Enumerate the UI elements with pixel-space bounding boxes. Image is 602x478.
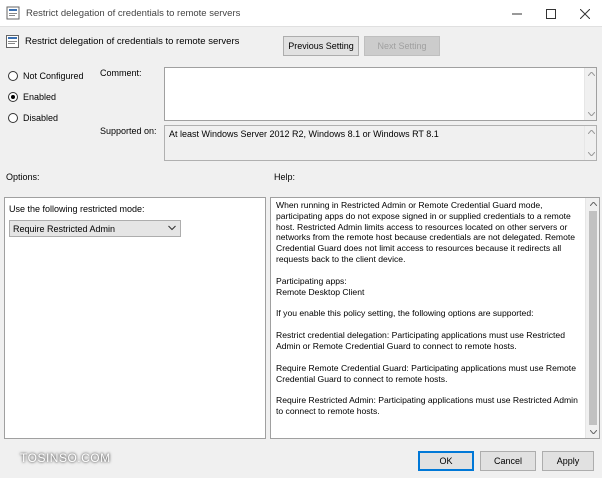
help-panel: When running in Restricted Admin or Remo… (270, 197, 600, 439)
restricted-mode-value: Require Restricted Admin (13, 223, 116, 234)
restricted-mode-label: Use the following restricted mode: (9, 204, 145, 214)
window-title: Restrict delegation of credentials to re… (26, 8, 241, 19)
comment-scrollbar[interactable] (584, 68, 596, 120)
scroll-up-icon[interactable] (585, 68, 597, 80)
help-text: When running in Restricted Admin or Remo… (276, 200, 584, 428)
cancel-button[interactable]: Cancel (480, 451, 536, 471)
scroll-up-icon[interactable] (585, 126, 597, 138)
scroll-down-icon[interactable] (585, 148, 597, 160)
help-paragraph: Participating apps: Remote Desktop Clien… (276, 275, 365, 297)
watermark: TOSINSO.COM (20, 451, 111, 465)
radio-label: Disabled (23, 113, 59, 123)
radio-circle[interactable] (8, 92, 18, 102)
supported-on-label: Supported on: (100, 126, 157, 136)
minimize-button[interactable] (500, 0, 534, 27)
policy-setting-icon (6, 6, 20, 20)
scroll-down-icon[interactable] (586, 426, 599, 438)
help-paragraph: If you enable this policy setting, the f… (276, 308, 534, 319)
options-panel: Use the following restricted mode: Requi… (4, 197, 266, 439)
radio-label: Not Configured (23, 71, 84, 81)
radio-not-configured[interactable]: Not Configured (8, 70, 84, 82)
previous-setting-button[interactable]: Previous Setting (283, 36, 359, 56)
next-setting-button[interactable]: Next Setting (364, 36, 440, 56)
scroll-up-icon[interactable] (586, 198, 599, 210)
radio-disabled[interactable]: Disabled (8, 112, 58, 124)
help-paragraph: Require Remote Credential Guard: Partici… (276, 362, 576, 384)
help-paragraph: When running in Restricted Admin or Remo… (276, 200, 576, 264)
policy-header: Restrict delegation of credentials to re… (6, 34, 239, 48)
close-icon (580, 8, 590, 19)
supported-scrollbar[interactable] (584, 126, 596, 160)
policy-icon (6, 34, 19, 48)
scrollbar-thumb[interactable] (589, 211, 597, 425)
radio-label: Enabled (23, 92, 57, 102)
help-paragraph: Restrict credential delegation: Particip… (276, 330, 565, 351)
help-section-label: Help: (274, 172, 296, 182)
apply-button[interactable]: Apply (542, 451, 594, 471)
comment-label: Comment: (100, 68, 142, 78)
supported-on-value: At least Windows Server 2012 R2, Windows… (169, 129, 439, 139)
title-bar: Restrict delegation of credentials to re… (0, 0, 602, 27)
maximize-icon (546, 8, 556, 19)
chevron-down-icon (168, 225, 176, 231)
minimize-icon (512, 13, 522, 14)
options-section-label: Options: (6, 172, 40, 182)
policy-title: Restrict delegation of credentials to re… (25, 35, 240, 47)
ok-button[interactable]: OK (418, 451, 474, 471)
scroll-down-icon[interactable] (585, 108, 597, 120)
comment-textarea[interactable] (164, 67, 597, 121)
help-scrollbar[interactable] (585, 198, 599, 438)
supported-on-field: At least Windows Server 2012 R2, Windows… (164, 125, 597, 161)
radio-enabled[interactable]: Enabled (8, 91, 56, 103)
maximize-button[interactable] (534, 0, 568, 27)
radio-circle[interactable] (8, 113, 18, 123)
restricted-mode-select[interactable]: Require Restricted Admin (9, 220, 181, 237)
radio-circle[interactable] (8, 71, 18, 81)
close-button[interactable] (568, 0, 602, 27)
help-paragraph: Require Restricted Admin: Participating … (276, 395, 578, 417)
